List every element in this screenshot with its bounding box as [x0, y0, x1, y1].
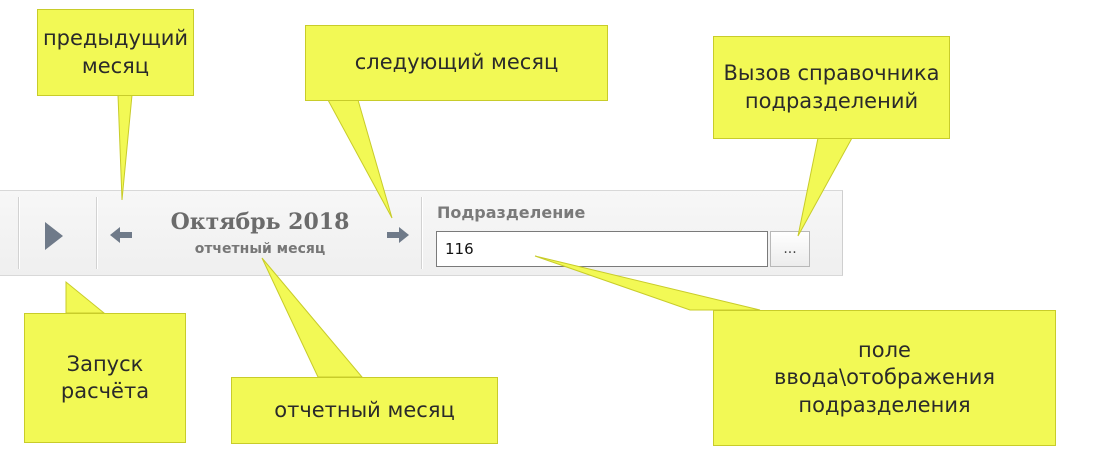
callout-report-month: отчетный месяц [231, 377, 498, 444]
pointer-report-month [261, 257, 364, 378]
pointer-prev-month [117, 94, 133, 201]
callout-previous-month: предыдущий месяц [37, 9, 194, 96]
callout-run-calculation: Запуск расчёта [24, 313, 186, 443]
pointer-next-month [327, 99, 393, 219]
callout-next-month: следующий месяц [305, 25, 608, 101]
pointer-lookup [797, 137, 853, 237]
callout-department-lookup: Вызов справочника подразделений [713, 36, 950, 139]
callout-department-field: поле ввода\отображения подразделения [713, 310, 1056, 446]
pointer-run [65, 280, 106, 314]
pointer-input-field [534, 255, 761, 311]
